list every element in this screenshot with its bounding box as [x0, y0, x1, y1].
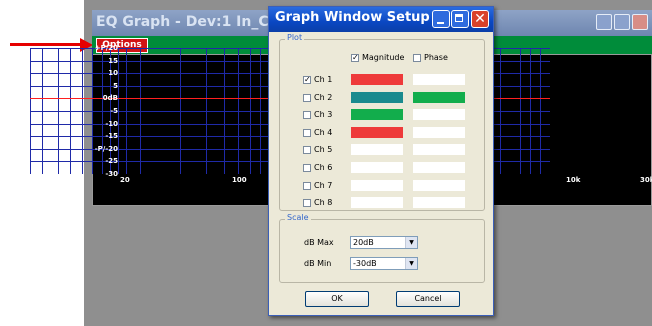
channel-label: Ch 5 [314, 145, 333, 154]
channel-label: Ch 3 [314, 110, 333, 119]
y-axis-label: 0dB [102, 94, 118, 102]
channel-label: Ch 7 [314, 181, 333, 190]
phase-color-swatch[interactable] [413, 180, 465, 191]
magnitude-color-swatch[interactable] [351, 92, 403, 103]
dialog-title: Graph Window Setup [275, 10, 430, 25]
magnitude-color-swatch[interactable] [351, 162, 403, 173]
db-max-label: dB Max [304, 238, 334, 247]
eq-minimize-button[interactable] [596, 14, 612, 30]
channel-checkbox[interactable] [303, 164, 311, 172]
x-axis-label: 10k [566, 176, 581, 184]
channel-label: Ch 6 [314, 163, 333, 172]
channel-checkbox[interactable]: ✓ [303, 76, 311, 84]
cancel-button[interactable]: Cancel [396, 291, 460, 307]
plot-group-label: Plot [285, 33, 305, 42]
phase-color-swatch[interactable] [413, 197, 465, 208]
check-mark: ✓ [304, 75, 311, 84]
dialog-maximize-button[interactable] [451, 10, 469, 28]
magnitude-color-swatch[interactable] [351, 74, 403, 85]
x-axis-label: 20 [120, 176, 130, 184]
magnitude-color-swatch[interactable] [351, 197, 403, 208]
y-axis-label: -15 [105, 132, 118, 140]
scale-group-label: Scale [285, 213, 311, 222]
magnitude-color-swatch[interactable] [351, 144, 403, 155]
phase-color-swatch[interactable] [413, 144, 465, 155]
db-min-select[interactable]: -30dB ▼ [350, 257, 418, 270]
x-axis-label: 100 [232, 176, 247, 184]
y-axis-label: 5 [113, 82, 118, 90]
graph-window-setup-dialog: Graph Window Setup ✕ Plot ✓ Magnitude Ph… [268, 6, 494, 316]
eq-window-title: EQ Graph - Dev:1 In_Ch:1 [96, 14, 294, 30]
phase-color-swatch[interactable] [413, 162, 465, 173]
channel-label: Ch 2 [314, 93, 333, 102]
y-axis-label: -30 [105, 170, 118, 178]
chevron-down-icon[interactable]: ▼ [405, 258, 417, 269]
magnitude-color-swatch[interactable] [351, 127, 403, 138]
y-axis-label: -10 [105, 120, 118, 128]
channel-label: Ch 4 [314, 128, 333, 137]
check-mark: ✓ [352, 53, 359, 62]
x-axis-label: 30k [640, 176, 652, 184]
y-axis-label: +P/20 [94, 44, 118, 52]
scale-group: Scale [279, 213, 485, 283]
magnitude-color-swatch[interactable] [351, 180, 403, 191]
channel-checkbox[interactable] [303, 111, 311, 119]
magnitude-checkbox[interactable]: ✓ [351, 54, 359, 62]
phase-color-swatch[interactable] [413, 74, 465, 85]
dialog-minimize-button[interactable] [432, 10, 450, 28]
phase-checkbox[interactable] [413, 54, 421, 62]
magnitude-label: Magnitude [362, 53, 405, 62]
channel-checkbox[interactable] [303, 94, 311, 102]
y-axis-label: -25 [105, 157, 118, 165]
y-axis-label: 15 [108, 57, 118, 65]
phase-color-swatch[interactable] [413, 109, 465, 120]
magnitude-color-swatch[interactable] [351, 109, 403, 120]
dialog-close-button[interactable]: ✕ [471, 10, 489, 28]
dialog-title-bar[interactable]: Graph Window Setup ✕ [269, 7, 493, 32]
db-max-select[interactable]: 20dB ▼ [350, 236, 418, 249]
channel-checkbox[interactable] [303, 182, 311, 190]
db-max-value: 20dB [353, 238, 374, 247]
y-axis-label: -5 [110, 107, 118, 115]
db-min-value: -30dB [353, 259, 377, 268]
y-axis-label: -P/-20 [94, 145, 118, 153]
ok-button[interactable]: OK [305, 291, 369, 307]
channel-checkbox[interactable] [303, 129, 311, 137]
eq-maximize-button[interactable] [614, 14, 630, 30]
phase-color-swatch[interactable] [413, 127, 465, 138]
chevron-down-icon[interactable]: ▼ [405, 237, 417, 248]
phase-color-swatch[interactable] [413, 92, 465, 103]
channel-label: Ch 1 [314, 75, 333, 84]
db-min-label: dB Min [304, 259, 332, 268]
channel-checkbox[interactable] [303, 146, 311, 154]
phase-label: Phase [424, 53, 448, 62]
channel-label: Ch 8 [314, 198, 333, 207]
eq-close-button[interactable] [632, 14, 648, 30]
pointer-arrow [10, 43, 82, 46]
channel-checkbox[interactable] [303, 199, 311, 207]
y-axis-label: 10 [108, 69, 118, 77]
